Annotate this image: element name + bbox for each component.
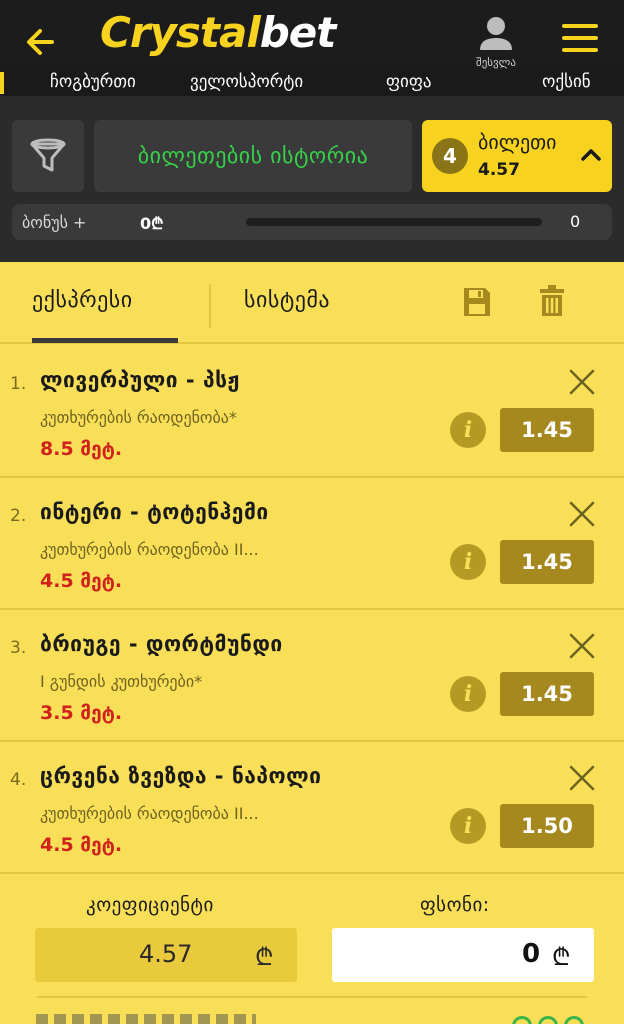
nav-item-other[interactable]: ოქსინ <box>542 72 591 92</box>
trash-icon <box>540 285 564 316</box>
bet-selection: 8.5 მეტ. <box>40 438 123 460</box>
bonus-amount: 0₾ <box>140 214 164 233</box>
footer-divider <box>37 996 587 998</box>
bet-match-title: ინტერი - ტოტენჰემი <box>40 500 269 524</box>
tab-active-underline <box>32 338 178 343</box>
tab-divider <box>209 284 211 328</box>
bet-index: 4. <box>10 770 27 790</box>
sport-nav-strip: ჩოგბურთი ველოსპორტი ფიფა ოქსინ <box>0 70 624 96</box>
info-icon[interactable]: i <box>450 412 486 448</box>
stake-value: 0 <box>522 939 541 969</box>
logo-text-crystal: Crystal <box>100 8 261 57</box>
logo-text-bet: bet <box>259 8 337 57</box>
chevron-up-icon <box>581 149 601 161</box>
stake-input[interactable]: 0 ₾ <box>332 928 594 982</box>
login-button[interactable]: შესვლა <box>466 12 526 72</box>
app-header: Crystal bet შესვლა <box>0 0 624 80</box>
close-icon[interactable] <box>568 632 596 660</box>
lari-currency-icon: ₾ <box>255 943 274 971</box>
bet-row: 2. ინტერი - ტოტენჰემი კუთხურების რაოდენო… <box>0 478 624 610</box>
bet-market: კუთხურების რაოდენობა* <box>40 408 237 427</box>
bet-odds[interactable]: 1.45 <box>500 408 594 452</box>
close-icon[interactable] <box>568 500 596 528</box>
bet-market: კუთხურების რაოდენობა II... <box>40 804 259 823</box>
nav-active-indicator <box>0 72 4 94</box>
nav-item-cycling[interactable]: ველოსპორტი <box>190 72 303 92</box>
funnel-icon <box>30 138 66 172</box>
betslip-panel: ექსპრესი სისტემა 1. ლივერპული - პსჟ კუთხ… <box>0 262 624 1024</box>
bonus-track <box>246 218 542 226</box>
bet-match-title: ბრიუგე - დორტმუნდი <box>40 632 283 656</box>
tab-system[interactable]: სისტემა <box>244 288 330 313</box>
betslip-controls: ბილეთების ისტორია 4 ბილეთი 4.57 ბონუს + … <box>0 96 624 262</box>
info-icon[interactable]: i <box>450 544 486 580</box>
bet-match-title: ცრვენა ზვეზდა - ნაპოლი <box>40 764 322 788</box>
bet-index: 1. <box>10 374 27 394</box>
tickets-toggle-button[interactable]: 4 ბილეთი 4.57 <box>422 120 612 192</box>
menu-icon-bar <box>562 48 598 52</box>
hamburger-menu-button[interactable] <box>560 20 602 56</box>
bet-index: 2. <box>10 506 27 526</box>
filter-button[interactable] <box>12 120 84 192</box>
bet-selection: 4.5 მეტ. <box>40 834 123 856</box>
bet-match-title: ლივერპული - პსჟ <box>40 368 240 392</box>
nav-item-fifa[interactable]: ფიფა <box>386 72 432 92</box>
bet-market: კუთხურების რაოდენობა II... <box>40 540 259 559</box>
bet-row: 1. ლივერპული - პსჟ კუთხურების რაოდენობა*… <box>0 346 624 478</box>
clear-slip-button[interactable] <box>540 284 564 318</box>
coefficient-value: 4.57 <box>139 940 193 968</box>
floppy-disk-icon <box>464 288 490 316</box>
back-button[interactable] <box>22 22 62 62</box>
tickets-label: ბილეთი <box>478 130 557 154</box>
bonus-label: ბონუს + <box>22 213 87 232</box>
close-icon[interactable] <box>568 368 596 396</box>
footer-cutoff-text <box>36 1014 256 1024</box>
bet-selection: 3.5 მეტ. <box>40 702 123 724</box>
coefficient-display: 4.57 ₾ <box>35 928 297 982</box>
nav-item-tennis[interactable]: ჩოგბურთი <box>50 72 136 92</box>
bet-selection: 4.5 მეტ. <box>40 570 123 592</box>
menu-icon-bar <box>562 24 598 28</box>
bet-row: 4. ცრვენა ზვეზდა - ნაპოლი კუთხურების რაო… <box>0 742 624 874</box>
info-icon[interactable]: i <box>450 808 486 844</box>
tickets-count-badge: 4 <box>432 138 468 174</box>
indicator-dot <box>512 1016 532 1024</box>
footer-cutoff-indicators <box>512 1016 612 1024</box>
tickets-total-odds: 4.57 <box>478 160 520 180</box>
ticket-history-button[interactable]: ბილეთების ისტორია <box>94 120 412 192</box>
betslip-tabs: ექსპრესი სისტემა <box>0 262 624 344</box>
crystalbet-logo[interactable]: Crystal bet <box>100 8 337 68</box>
indicator-dot <box>538 1016 558 1024</box>
bet-row: 3. ბრიუგე - დორტმუნდი I გუნდის კუთხურები… <box>0 610 624 742</box>
bonus-progress-bar: ბონუს + 0₾ 0 <box>12 204 612 240</box>
info-icon[interactable]: i <box>450 676 486 712</box>
close-icon[interactable] <box>568 764 596 792</box>
bet-odds[interactable]: 1.45 <box>500 672 594 716</box>
bet-market: I გუნდის კუთხურები* <box>40 672 203 691</box>
bet-index: 3. <box>10 638 27 658</box>
arrow-left-icon <box>27 29 54 55</box>
login-label: შესვლა <box>476 56 516 69</box>
stake-label: ფსონი: <box>420 894 490 916</box>
indicator-dot <box>564 1016 584 1024</box>
bet-odds[interactable]: 1.50 <box>500 804 594 848</box>
user-icon <box>480 17 512 50</box>
coefficient-label: კოეფიციენტი <box>86 894 214 916</box>
save-slip-button[interactable] <box>462 286 492 318</box>
menu-icon-bar <box>562 36 598 40</box>
bet-odds[interactable]: 1.45 <box>500 540 594 584</box>
lari-currency-icon: ₾ <box>552 943 571 971</box>
bonus-count: 0 <box>570 212 581 231</box>
tab-express[interactable]: ექსპრესი <box>32 288 133 313</box>
